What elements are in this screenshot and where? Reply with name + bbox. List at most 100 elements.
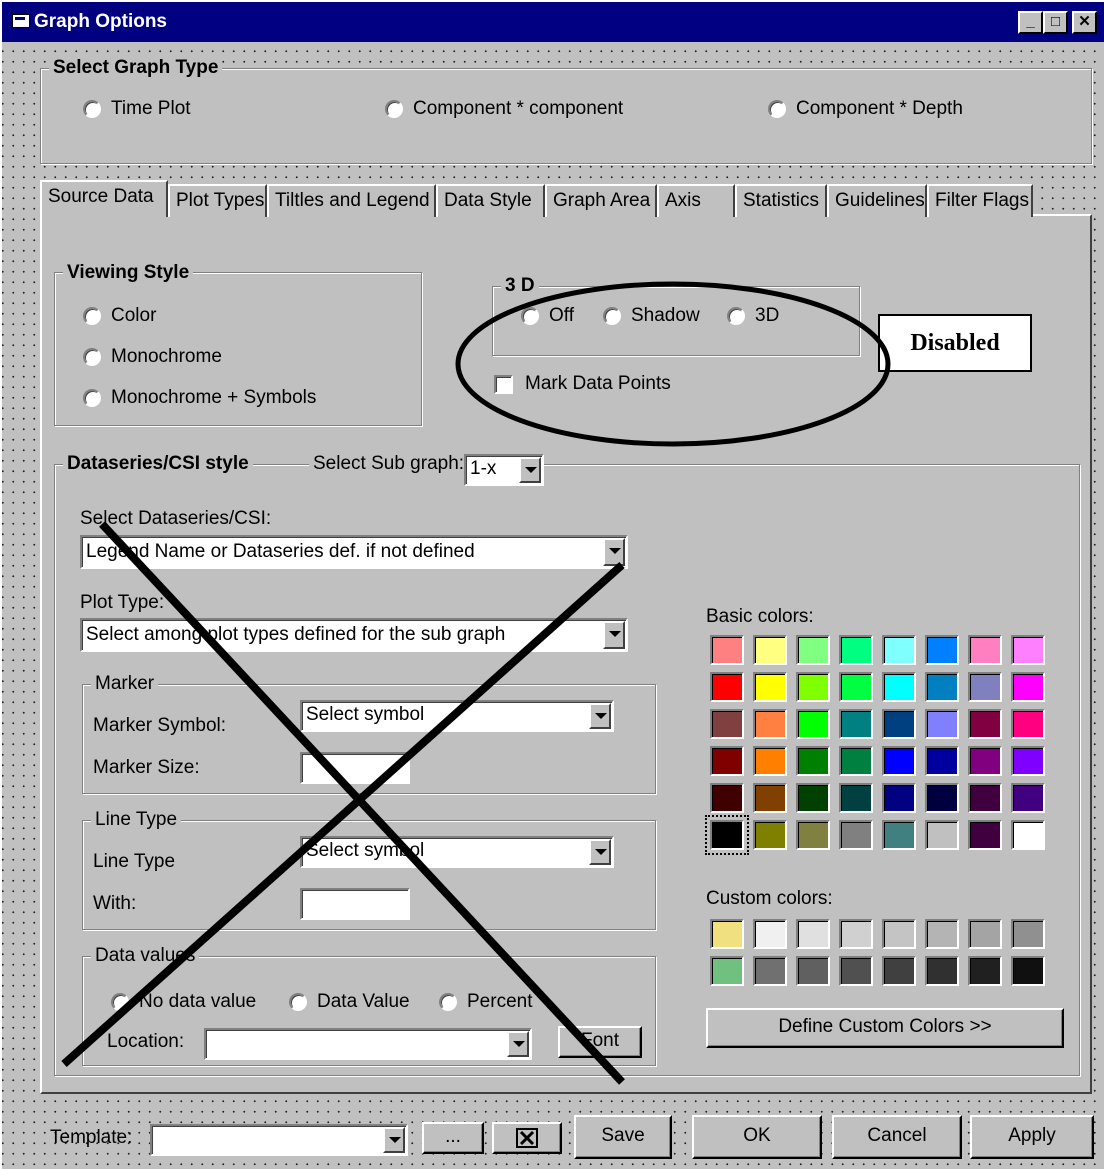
marker-symbol-select[interactable]: Select symbol bbox=[300, 700, 614, 732]
radio-time-plot[interactable]: Time Plot bbox=[83, 98, 191, 120]
radio-data-value[interactable]: Data Value bbox=[289, 991, 410, 1013]
basic-color-swatch[interactable] bbox=[882, 709, 916, 739]
basic-color-swatch[interactable] bbox=[925, 709, 959, 739]
custom-color-swatch[interactable] bbox=[796, 919, 830, 949]
basic-color-swatch[interactable] bbox=[839, 820, 873, 850]
basic-color-swatch[interactable] bbox=[710, 709, 744, 739]
custom-color-swatch[interactable] bbox=[882, 956, 916, 986]
chevron-down-icon[interactable] bbox=[507, 1031, 529, 1057]
basic-color-swatch[interactable] bbox=[839, 709, 873, 739]
basic-color-swatch[interactable] bbox=[710, 783, 744, 813]
custom-color-swatch[interactable] bbox=[1011, 919, 1045, 949]
custom-color-swatch[interactable] bbox=[796, 956, 830, 986]
radio-3d-off[interactable]: Off bbox=[521, 305, 574, 327]
cancel-button[interactable]: Cancel bbox=[832, 1115, 962, 1159]
tab-graph-area[interactable]: Graph Area bbox=[545, 184, 657, 217]
basic-color-swatch[interactable] bbox=[968, 783, 1002, 813]
basic-color-swatch[interactable] bbox=[839, 746, 873, 776]
chevron-down-icon[interactable] bbox=[383, 1127, 405, 1153]
basic-color-swatch[interactable] bbox=[753, 709, 787, 739]
chevron-down-icon[interactable] bbox=[589, 839, 611, 865]
basic-color-swatch[interactable] bbox=[839, 672, 873, 702]
basic-color-swatch[interactable] bbox=[710, 635, 744, 665]
basic-color-swatch[interactable] bbox=[753, 672, 787, 702]
tab-source-data[interactable]: Source Data bbox=[40, 180, 168, 217]
basic-color-swatch[interactable] bbox=[753, 746, 787, 776]
basic-color-swatch[interactable] bbox=[882, 820, 916, 850]
basic-color-swatch[interactable] bbox=[968, 635, 1002, 665]
custom-color-swatch[interactable] bbox=[710, 956, 744, 986]
line-type-select[interactable]: Select symbol bbox=[300, 836, 614, 868]
mark-data-points-checkbox[interactable]: Mark Data Points bbox=[494, 373, 671, 395]
basic-color-swatch[interactable] bbox=[796, 709, 830, 739]
marker-size-input[interactable] bbox=[300, 752, 410, 784]
basic-color-swatch[interactable] bbox=[796, 635, 830, 665]
basic-color-swatch[interactable] bbox=[796, 672, 830, 702]
basic-color-swatch[interactable] bbox=[753, 635, 787, 665]
font-button[interactable]: Font bbox=[558, 1026, 642, 1058]
basic-color-swatch[interactable] bbox=[925, 783, 959, 813]
title-bar[interactable]: Graph Options _ □ ✕ bbox=[2, 2, 1104, 42]
radio-monochrome-symbols[interactable]: Monochrome + Symbols bbox=[83, 387, 316, 409]
basic-color-swatch[interactable] bbox=[1011, 746, 1045, 776]
basic-color-swatch[interactable] bbox=[925, 820, 959, 850]
radio-monochrome[interactable]: Monochrome bbox=[83, 346, 222, 368]
basic-color-swatch[interactable] bbox=[882, 746, 916, 776]
basic-color-swatch[interactable] bbox=[968, 746, 1002, 776]
template-select[interactable] bbox=[150, 1124, 408, 1156]
sub-graph-select[interactable]: 1-x bbox=[464, 454, 544, 486]
basic-color-swatch[interactable] bbox=[710, 746, 744, 776]
radio-component-component[interactable]: Component * component bbox=[385, 98, 623, 120]
basic-color-swatch[interactable] bbox=[1011, 709, 1045, 739]
basic-color-swatch[interactable] bbox=[1011, 672, 1045, 702]
close-icon[interactable]: ✕ bbox=[1072, 11, 1097, 34]
basic-color-swatch[interactable] bbox=[753, 820, 787, 850]
custom-color-swatch[interactable] bbox=[925, 956, 959, 986]
minimize-icon[interactable]: _ bbox=[1018, 11, 1043, 34]
custom-color-swatch[interactable] bbox=[882, 919, 916, 949]
basic-color-swatch[interactable] bbox=[1011, 783, 1045, 813]
chevron-down-icon[interactable] bbox=[603, 538, 625, 566]
apply-button[interactable]: Apply bbox=[970, 1115, 1094, 1159]
basic-color-swatch[interactable] bbox=[839, 635, 873, 665]
line-width-input[interactable] bbox=[300, 888, 410, 920]
chevron-down-icon[interactable] bbox=[519, 457, 541, 483]
basic-color-swatch[interactable] bbox=[968, 672, 1002, 702]
tab-plot-types[interactable]: Plot Types bbox=[168, 184, 267, 217]
basic-color-swatch[interactable] bbox=[968, 820, 1002, 850]
radio-component-depth[interactable]: Component * Depth bbox=[768, 98, 963, 120]
basic-color-swatch[interactable] bbox=[882, 672, 916, 702]
basic-color-swatch[interactable] bbox=[796, 783, 830, 813]
custom-color-swatch[interactable] bbox=[839, 956, 873, 986]
tab-filter-flags[interactable]: Filter Flags bbox=[927, 184, 1033, 217]
dataseries-select[interactable]: Legend Name or Dataseries def. if not de… bbox=[80, 535, 628, 569]
custom-color-swatch[interactable] bbox=[925, 919, 959, 949]
location-select[interactable] bbox=[204, 1028, 532, 1060]
radio-color[interactable]: Color bbox=[83, 305, 156, 327]
basic-color-swatch[interactable] bbox=[925, 746, 959, 776]
maximize-icon[interactable]: □ bbox=[1043, 11, 1068, 34]
basic-color-swatch[interactable] bbox=[925, 635, 959, 665]
tab-titles-legend[interactable]: Tiltles and Legend bbox=[267, 184, 436, 217]
basic-color-swatch[interactable] bbox=[925, 672, 959, 702]
chevron-down-icon[interactable] bbox=[603, 621, 625, 649]
custom-color-swatch[interactable] bbox=[710, 919, 744, 949]
custom-color-swatch[interactable] bbox=[968, 956, 1002, 986]
custom-color-swatch[interactable] bbox=[753, 956, 787, 986]
tab-axis[interactable]: Axis bbox=[657, 184, 735, 217]
delete-template-button[interactable] bbox=[492, 1122, 562, 1154]
basic-color-swatch[interactable] bbox=[796, 746, 830, 776]
basic-color-swatch[interactable] bbox=[753, 783, 787, 813]
custom-color-swatch[interactable] bbox=[968, 919, 1002, 949]
chevron-down-icon[interactable] bbox=[589, 703, 611, 729]
basic-color-swatch[interactable] bbox=[968, 709, 1002, 739]
basic-color-swatch[interactable] bbox=[839, 783, 873, 813]
custom-color-swatch[interactable] bbox=[1011, 956, 1045, 986]
tab-guidelines[interactable]: Guidelines bbox=[827, 184, 927, 217]
radio-percent[interactable]: Percent bbox=[439, 991, 532, 1013]
basic-color-swatch[interactable] bbox=[705, 815, 749, 855]
tab-data-style[interactable]: Data Style bbox=[436, 184, 545, 217]
basic-color-swatch[interactable] bbox=[882, 783, 916, 813]
basic-color-swatch[interactable] bbox=[1011, 820, 1045, 850]
save-button[interactable]: Save bbox=[574, 1115, 672, 1159]
